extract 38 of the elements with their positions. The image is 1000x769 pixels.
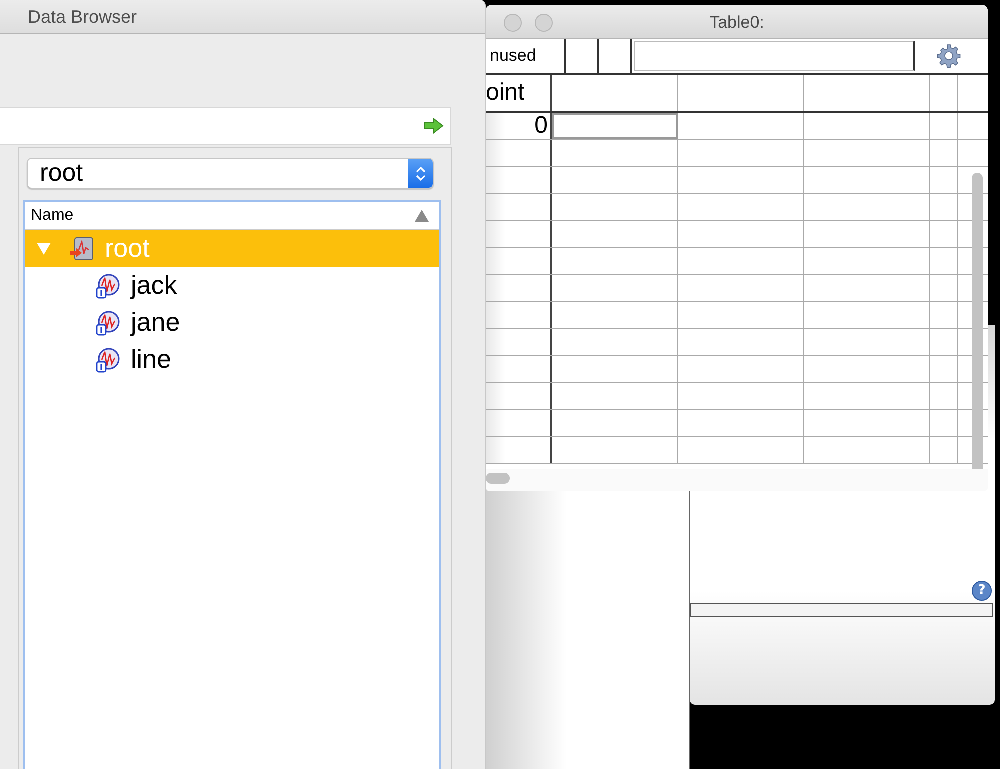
row-number	[486, 383, 552, 409]
wave-icon	[95, 310, 121, 336]
disclosure-triangle-icon[interactable]	[37, 242, 51, 254]
command-field[interactable]	[0, 107, 451, 145]
column-header[interactable]: Name	[31, 206, 74, 224]
settings-icon[interactable]	[937, 44, 961, 68]
row-number	[486, 437, 552, 463]
chevron-icon	[416, 164, 426, 182]
folder-dropdown[interactable]: root	[27, 158, 434, 189]
row-number	[486, 410, 552, 436]
table-cell[interactable]	[552, 113, 678, 139]
row-number	[486, 302, 552, 328]
row-number	[486, 194, 552, 220]
row-number	[486, 329, 552, 355]
window-button[interactable]	[504, 14, 522, 32]
sort-arrow-icon[interactable]	[415, 210, 429, 222]
entry-field[interactable]	[634, 41, 915, 71]
row-number	[486, 167, 552, 193]
arrow-icon[interactable]	[424, 118, 444, 134]
scrollbar-thumb[interactable]	[972, 173, 983, 469]
wave-icon	[95, 346, 121, 372]
row-number	[486, 356, 552, 382]
scrollbar-thumb[interactable]	[486, 473, 510, 484]
folder-icon	[69, 236, 95, 262]
window-title: Data Browser	[28, 7, 138, 28]
tree-item[interactable]: jack	[25, 267, 439, 304]
window-title: Table0:	[708, 13, 766, 33]
help-button[interactable]: ?	[972, 581, 992, 601]
row-number: 0	[486, 113, 552, 139]
row-number	[486, 221, 552, 247]
input-field[interactable]	[690, 603, 993, 617]
window-button[interactable]	[535, 14, 553, 32]
tree-item[interactable]: jane	[25, 304, 439, 341]
row-number	[486, 248, 552, 274]
row-number	[486, 140, 552, 166]
wave-icon	[95, 272, 121, 298]
row-number	[486, 275, 552, 301]
tree-item[interactable]: line	[25, 341, 439, 378]
